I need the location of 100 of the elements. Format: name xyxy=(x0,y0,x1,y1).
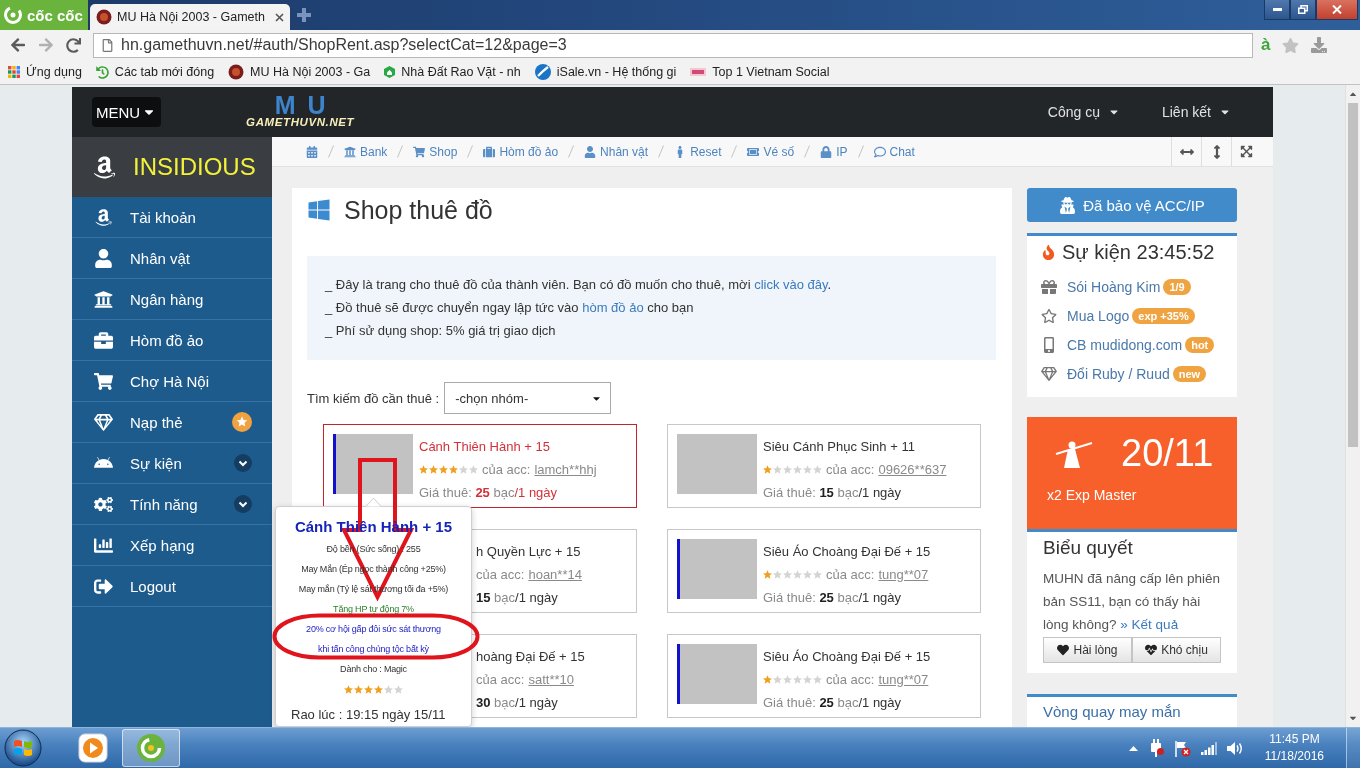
event-link[interactable]: Sói Hoàng Kim 1/9 xyxy=(1041,272,1223,301)
heartbeat-icon xyxy=(1145,644,1158,656)
back-icon[interactable] xyxy=(10,37,26,53)
start-button[interactable] xyxy=(3,729,43,767)
taskbar-app-button[interactable] xyxy=(122,729,180,767)
result-link[interactable]: » Kết quả xyxy=(1120,617,1179,632)
breadcrumb-link[interactable] xyxy=(306,145,318,158)
breadcrumb-link[interactable]: Hòm đồ ảo xyxy=(483,144,559,159)
caret-icon[interactable] xyxy=(1128,745,1138,751)
bookmark[interactable]: MU Hà Nội 2003 - Ga xyxy=(228,64,371,80)
account-link[interactable]: 09626**637 xyxy=(878,458,947,481)
price-text: Giá thuê: 25 bạc/1 ngày xyxy=(763,589,903,607)
game-favicon-icon xyxy=(96,9,112,25)
event-link[interactable]: CB mudidong.com hot xyxy=(1041,330,1223,359)
bookmark[interactable]: Các tab mới đóng xyxy=(95,65,215,79)
restore-icon xyxy=(1298,5,1308,14)
sidebar-item[interactable]: Chợ Hà Nội xyxy=(72,361,272,402)
logo-icon xyxy=(93,207,113,227)
protect-button[interactable]: Đã bảo vệ ACC/IP xyxy=(1027,188,1237,222)
event-link[interactable]: Mua Logo exp +35% xyxy=(1041,301,1223,330)
minimize-button[interactable] xyxy=(1264,0,1290,20)
star-icon xyxy=(813,465,822,474)
owner-label: của acc: xyxy=(826,461,875,479)
user-name: INSIDIOUS xyxy=(133,153,256,181)
sidebar-item[interactable]: Ngân hàng xyxy=(72,279,272,320)
sidebar-item[interactable]: Sự kiện xyxy=(72,443,272,484)
star-icon xyxy=(364,684,373,694)
plus-icon[interactable] xyxy=(296,7,312,23)
fire-icon xyxy=(1041,244,1056,260)
star-icon xyxy=(783,465,792,474)
bookmark[interactable]: iSale.vn - Hệ thống gi xyxy=(534,64,677,80)
star-icon xyxy=(763,465,772,474)
event-link[interactable]: Đổi Ruby / Ruud new xyxy=(1041,359,1223,388)
game-favicon-icon xyxy=(228,64,245,80)
scrollbar-thumb[interactable] xyxy=(1348,103,1358,447)
restore-button[interactable] xyxy=(1290,0,1316,20)
signal-icon[interactable] xyxy=(1200,741,1217,755)
slash-icon xyxy=(568,145,575,158)
sidebar-item[interactable]: Nạp thẻ xyxy=(72,402,272,443)
close-icon xyxy=(1332,5,1342,14)
sign-out-icon xyxy=(93,576,113,596)
play-icon xyxy=(78,733,108,763)
poll-question: MUHN đã nâng cấp lên phiên bản SS11, bạn có thấy hài lòng không? » Kết quả xyxy=(1043,570,1221,634)
item-card[interactable]: Siêu Cánh Phục Sinh + 11 của acc: 09626**637 Giá thuê: 15 bạc/1 ngày xyxy=(667,424,981,508)
breadcrumb-link[interactable]: Vé số xyxy=(747,144,795,159)
speaker-icon[interactable] xyxy=(1226,740,1243,756)
bookmark[interactable]: Ứng dụng xyxy=(8,65,82,79)
poll-option-button[interactable]: Khó chịu xyxy=(1132,637,1221,663)
close-icon[interactable] xyxy=(275,12,284,22)
star-icon xyxy=(803,675,812,684)
breadcrumb-link[interactable]: Nhân vật xyxy=(584,144,649,159)
apps-grid-icon xyxy=(8,66,20,78)
account-link[interactable]: hoan**14 xyxy=(528,563,582,586)
account-link[interactable]: satt**10 xyxy=(528,668,574,691)
bookmark[interactable]: Nhà Đất Rao Vặt - nh xyxy=(384,65,521,79)
item-card[interactable]: Siêu Áo Choàng Đại Đế + 15 của acc: tung**07 Giá thuê: 25 bạc/1 ngày xyxy=(667,634,981,718)
banner-icon xyxy=(690,68,707,76)
bar-chart-icon xyxy=(93,535,113,555)
heart-icon xyxy=(1057,644,1070,656)
item-card[interactable]: Siêu Áo Choàng Đại Đế + 15 của acc: tung**07 Giá thuê: 25 bạc/1 ngày xyxy=(667,529,981,613)
account-link[interactable]: tung**07 xyxy=(878,668,929,691)
star-icon[interactable] xyxy=(1282,36,1300,54)
star-icon xyxy=(439,465,448,474)
flag-icon[interactable] xyxy=(1173,739,1191,757)
notice-text: _ Đây là trang cho thuê đồ của thành viên. Bạn có đồ muốn cho thuê, mời click vào đây. xyxy=(325,276,833,294)
star-icon xyxy=(793,675,802,684)
sidebar-item[interactable]: Nhân vật xyxy=(72,238,272,279)
show-desktop-button[interactable] xyxy=(1346,728,1360,768)
bookmark[interactable]: Top 1 Vietnam Social xyxy=(690,65,830,79)
bank-icon xyxy=(93,289,113,309)
breadcrumb-link[interactable]: Bank xyxy=(344,144,388,159)
nav-dropdown[interactable]: Công cụ xyxy=(1047,104,1120,120)
inline-link[interactable]: hòm đồ ảo xyxy=(582,300,644,315)
breadcrumb-link[interactable]: Shop xyxy=(413,144,458,159)
account-link[interactable]: tung**07 xyxy=(878,563,929,586)
item-card[interactable]: Cánh Thiên Hành + 15 của acc: lamch**hhj Giá thuê: 25 bạc/1 ngày xyxy=(323,424,637,508)
group-select[interactable]: -chọn nhóm- xyxy=(444,382,612,414)
star-icon xyxy=(803,465,812,474)
breadcrumb-link[interactable]: IP xyxy=(820,144,848,159)
account-link[interactable]: lamch**hhj xyxy=(534,458,597,481)
sidebar-item[interactable]: Tính năng xyxy=(72,484,272,525)
masked-user-icon xyxy=(1059,196,1077,214)
logo-icon xyxy=(92,154,117,180)
close-button[interactable] xyxy=(1316,0,1358,20)
gem-icon xyxy=(1041,365,1057,382)
breadcrumb-link[interactable]: Reset xyxy=(674,144,722,159)
nav-dropdown[interactable]: Liên kết xyxy=(1161,104,1231,120)
breadcrumb-link[interactable]: Chat xyxy=(873,144,915,159)
sidebar-item[interactable]: Hòm đồ ảo xyxy=(72,320,272,361)
slash-icon xyxy=(857,145,864,158)
price-text: 30 bạc/1 ngày xyxy=(476,694,559,712)
star-icon xyxy=(763,570,772,579)
address-field[interactable]: hn.gamethuvn.net/#auth/ShopRent.asp?selectCat=12&page=3 xyxy=(93,32,1253,58)
poll-option-button[interactable]: Hài lòng xyxy=(1043,637,1132,663)
calendar-icon xyxy=(306,145,318,158)
reload-icon[interactable] xyxy=(66,37,81,53)
menu-button[interactable]: MENU xyxy=(92,97,162,127)
clock-date: 11/18/2016 xyxy=(1264,748,1324,765)
inline-link[interactable]: click vào đây xyxy=(754,277,828,292)
browser-tab[interactable]: MU Hà Nội 2003 - Gameth xyxy=(90,4,290,30)
